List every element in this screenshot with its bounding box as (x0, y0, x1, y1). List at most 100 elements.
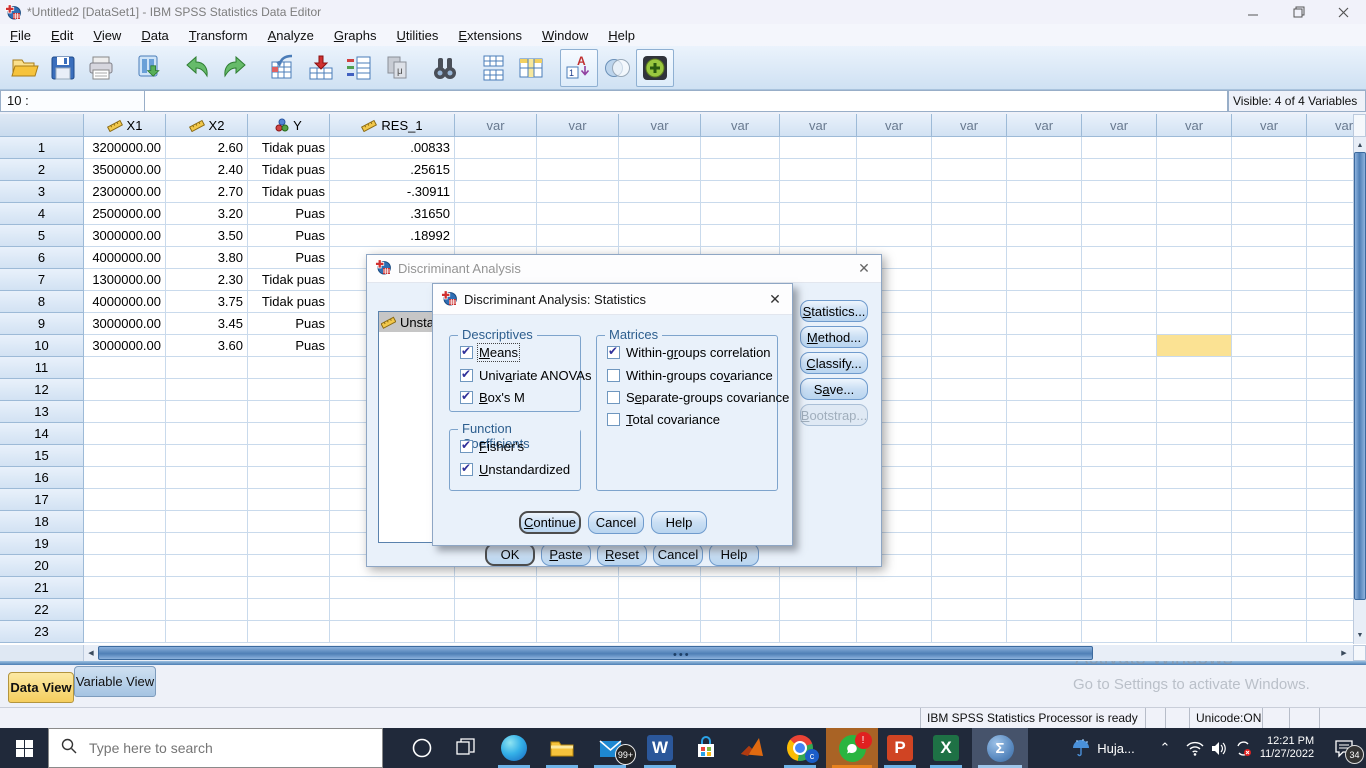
help-button[interactable]: Help (709, 543, 759, 566)
empty-cell[interactable] (1157, 511, 1232, 533)
empty-cell[interactable] (780, 599, 857, 621)
data-cell[interactable] (84, 577, 166, 599)
column-header-RES_1[interactable]: RES_1 (330, 114, 455, 137)
empty-cell[interactable] (537, 159, 619, 181)
column-header-var[interactable]: var (857, 114, 932, 137)
edge-icon[interactable] (492, 728, 536, 768)
search-input[interactable] (87, 739, 341, 757)
data-cell[interactable] (248, 511, 330, 533)
empty-cell[interactable] (1307, 225, 1353, 247)
data-cell[interactable] (166, 621, 248, 643)
empty-cell[interactable] (1307, 445, 1353, 467)
cancel-button[interactable]: Cancel (588, 511, 644, 534)
column-header-X2[interactable]: X2 (166, 114, 248, 137)
empty-cell[interactable] (1232, 137, 1307, 159)
empty-cell[interactable] (1082, 357, 1157, 379)
empty-cell[interactable] (1082, 511, 1157, 533)
data-cell[interactable]: 3.50 (166, 225, 248, 247)
empty-cell[interactable] (455, 225, 537, 247)
empty-cell[interactable] (1232, 269, 1307, 291)
empty-cell[interactable] (701, 621, 780, 643)
menu-graphs[interactable]: Graphs (324, 26, 387, 45)
excel-icon[interactable]: X (924, 728, 968, 768)
empty-cell[interactable] (1007, 533, 1082, 555)
empty-cell[interactable] (1082, 335, 1157, 357)
empty-cell[interactable] (1232, 181, 1307, 203)
row-header[interactable]: 15 (0, 445, 84, 467)
empty-cell[interactable] (1232, 401, 1307, 423)
empty-cell[interactable] (1232, 533, 1307, 555)
vertical-scroll-thumb[interactable] (1354, 152, 1366, 600)
data-cell[interactable]: 4000000.00 (84, 291, 166, 313)
data-cell[interactable] (248, 489, 330, 511)
empty-cell[interactable] (1082, 203, 1157, 225)
menu-data[interactable]: Data (131, 26, 178, 45)
row-header[interactable]: 19 (0, 533, 84, 555)
data-cell[interactable] (84, 379, 166, 401)
empty-cell[interactable] (1082, 533, 1157, 555)
matlab-icon[interactable] (730, 728, 774, 768)
data-cell[interactable]: 2500000.00 (84, 203, 166, 225)
empty-cell[interactable] (1157, 313, 1232, 335)
empty-cell[interactable] (1007, 225, 1082, 247)
empty-cell[interactable] (1232, 335, 1307, 357)
menu-analyze[interactable]: Analyze (258, 26, 324, 45)
empty-cell[interactable] (1307, 203, 1353, 225)
empty-cell[interactable] (619, 225, 701, 247)
empty-cell[interactable] (932, 357, 1007, 379)
empty-cell[interactable] (1307, 379, 1353, 401)
data-cell[interactable] (166, 489, 248, 511)
scroll-up-icon[interactable]: ▲ (1354, 138, 1366, 152)
sync-error-icon[interactable] (1231, 728, 1256, 768)
empty-cell[interactable] (1007, 357, 1082, 379)
empty-cell[interactable] (932, 137, 1007, 159)
data-cell[interactable] (84, 489, 166, 511)
data-cell[interactable] (84, 357, 166, 379)
row-header[interactable]: 10 (0, 335, 84, 357)
menu-file[interactable]: File (0, 26, 41, 45)
column-header-var[interactable]: var (455, 114, 537, 137)
column-header-var[interactable]: var (619, 114, 701, 137)
empty-cell[interactable] (1232, 357, 1307, 379)
tray-chevron-icon[interactable]: ⌃ (1150, 728, 1180, 768)
empty-cell[interactable] (932, 203, 1007, 225)
means-checkbox[interactable]: Means (460, 345, 518, 360)
data-cell[interactable]: Tidak puas (248, 181, 330, 203)
empty-cell[interactable] (1232, 489, 1307, 511)
recall-dialogs-icon[interactable] (130, 49, 168, 87)
grid-corner-cell[interactable] (0, 114, 84, 137)
value-labels-icon[interactable]: A1 (560, 49, 598, 87)
open-file-icon[interactable] (6, 49, 44, 87)
data-cell[interactable] (330, 577, 455, 599)
row-header[interactable]: 14 (0, 423, 84, 445)
column-header-var[interactable]: var (932, 114, 1007, 137)
statistics-button[interactable]: Statistics... (800, 300, 868, 322)
data-cell[interactable]: 3500000.00 (84, 159, 166, 181)
empty-cell[interactable] (1307, 401, 1353, 423)
empty-cell[interactable] (1232, 159, 1307, 181)
empty-cell[interactable] (780, 577, 857, 599)
empty-cell[interactable] (1157, 269, 1232, 291)
empty-cell[interactable] (701, 599, 780, 621)
data-cell[interactable]: 2.60 (166, 137, 248, 159)
empty-cell[interactable] (1007, 423, 1082, 445)
empty-cell[interactable] (1007, 137, 1082, 159)
data-cell[interactable] (166, 445, 248, 467)
empty-cell[interactable] (1157, 577, 1232, 599)
data-cell[interactable]: 3.80 (166, 247, 248, 269)
empty-cell[interactable] (857, 577, 932, 599)
empty-cell[interactable] (1007, 269, 1082, 291)
empty-cell[interactable] (701, 159, 780, 181)
empty-cell[interactable] (619, 137, 701, 159)
empty-cell[interactable] (537, 577, 619, 599)
empty-cell[interactable] (701, 181, 780, 203)
row-header[interactable]: 3 (0, 181, 84, 203)
empty-cell[interactable] (932, 533, 1007, 555)
empty-cell[interactable] (1307, 423, 1353, 445)
scroll-left-icon[interactable]: ◀ (84, 646, 98, 660)
go-to-variable-icon[interactable] (302, 49, 340, 87)
empty-cell[interactable] (932, 159, 1007, 181)
start-button[interactable] (0, 728, 48, 768)
empty-cell[interactable] (1232, 445, 1307, 467)
data-cell[interactable] (248, 467, 330, 489)
